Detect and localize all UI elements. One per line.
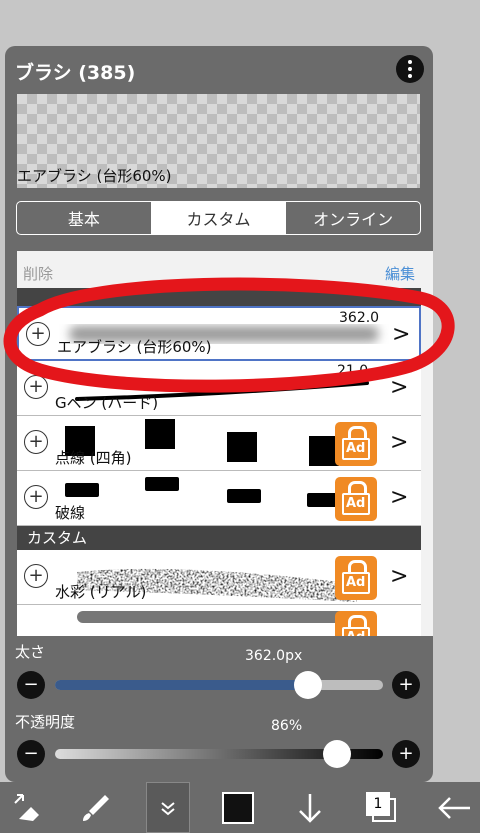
size-label: 太さ [15, 643, 46, 661]
chevron-right-icon[interactable]: > [390, 564, 408, 589]
arrow-down-icon[interactable] [284, 782, 336, 833]
stroke-dash [65, 483, 99, 497]
more-vertical-icon[interactable] [396, 55, 424, 83]
add-icon[interactable]: + [26, 322, 50, 346]
chevron-right-icon[interactable]: > [390, 430, 408, 455]
chevron-right-icon[interactable]: > [392, 322, 410, 347]
opacity-increase-button[interactable]: + [392, 740, 420, 768]
lock-ad-icon[interactable]: Ad [335, 422, 377, 466]
add-icon[interactable]: + [24, 430, 48, 454]
stroke-dash [145, 477, 179, 491]
color-swatch-icon[interactable] [212, 782, 264, 833]
brush-name: 破線 [55, 504, 86, 522]
brush-preview: エアブラシ (台形60%) [17, 94, 420, 188]
brush-name: Gペン (ハード) [55, 394, 159, 412]
brush-size: 21.0 [337, 363, 369, 379]
tab-custom[interactable]: カスタム [150, 202, 286, 234]
edit-button[interactable]: 編集 [385, 263, 415, 284]
opacity-slider-handle[interactable] [323, 740, 352, 768]
transform-eraser-icon[interactable] [0, 782, 52, 833]
list-item[interactable]: + 水彩 (リアル) Ad > [17, 550, 421, 605]
stroke-dot [227, 432, 257, 462]
section-header-standard [17, 288, 421, 306]
lock-ad-icon[interactable]: Ad [335, 611, 377, 636]
brush-size: 362.0 [339, 310, 380, 326]
size-increase-button[interactable]: + [392, 671, 420, 699]
layers-icon[interactable]: 1 [356, 782, 408, 833]
layer-count: 1 [366, 791, 390, 816]
lock-ad-icon[interactable]: Ad [335, 556, 377, 600]
tab-basic[interactable]: 基本 [17, 202, 151, 234]
size-slider-track[interactable] [55, 680, 383, 690]
brush-icon[interactable] [70, 782, 122, 833]
size-value: 362.0px [245, 648, 303, 664]
back-arrow-icon[interactable] [428, 782, 480, 833]
stroke-dot [145, 419, 175, 449]
size-decrease-button[interactable]: − [17, 671, 45, 699]
panel-title: ブラシ (385) [15, 62, 136, 84]
collapse-chevrons-icon[interactable] [146, 782, 190, 833]
size-slider-handle[interactable] [293, 671, 322, 699]
chevron-right-icon[interactable]: > [390, 485, 408, 510]
brush-name: 水彩 (リアル) [55, 583, 147, 601]
opacity-value: 86% [271, 718, 303, 734]
brush-panel: ブラシ (385) エアブラシ (台形60%) 基本 カスタム オンライン 削除… [5, 46, 433, 782]
brush-name: 点線 (四角) [55, 449, 132, 467]
size-slider-fill [55, 680, 308, 690]
add-icon[interactable]: + [24, 375, 48, 399]
brush-tabs: 基本 カスタム オンライン [16, 201, 421, 235]
preview-brush-name: エアブラシ (台形60%) [17, 167, 172, 185]
chevron-right-icon[interactable]: > [390, 375, 408, 400]
brush-name: エアブラシ (台形60%) [57, 338, 212, 356]
list-item[interactable]: + 21.0 Gペン (ハード) > [17, 361, 421, 416]
add-icon[interactable]: + [24, 485, 48, 509]
stroke-dash [227, 489, 261, 503]
bottom-toolbar: 1 [0, 782, 480, 833]
section-header-custom: カスタム [17, 526, 421, 550]
brush-list-container: 削除 編集 + 362.0 エアブラシ (台形60%) > + 21.0 Gペン… [17, 251, 433, 636]
list-item[interactable]: Ad [17, 605, 421, 636]
delete-button[interactable]: 削除 [23, 263, 53, 284]
opacity-decrease-button[interactable]: − [17, 740, 45, 768]
tab-online[interactable]: オンライン [285, 202, 420, 234]
brush-list[interactable]: + 362.0 エアブラシ (台形60%) > + 21.0 Gペン (ハード)… [17, 288, 421, 636]
opacity-label: 不透明度 [15, 713, 76, 731]
stroke-preview-partial [77, 611, 347, 623]
add-icon[interactable]: + [24, 564, 48, 588]
lock-ad-icon[interactable]: Ad [335, 477, 377, 521]
list-item[interactable]: + 362.0 エアブラシ (台形60%) > [17, 306, 421, 361]
list-item[interactable]: + 点線 (四角) Ad > [17, 416, 421, 471]
list-item[interactable]: + 破線 Ad > [17, 471, 421, 526]
